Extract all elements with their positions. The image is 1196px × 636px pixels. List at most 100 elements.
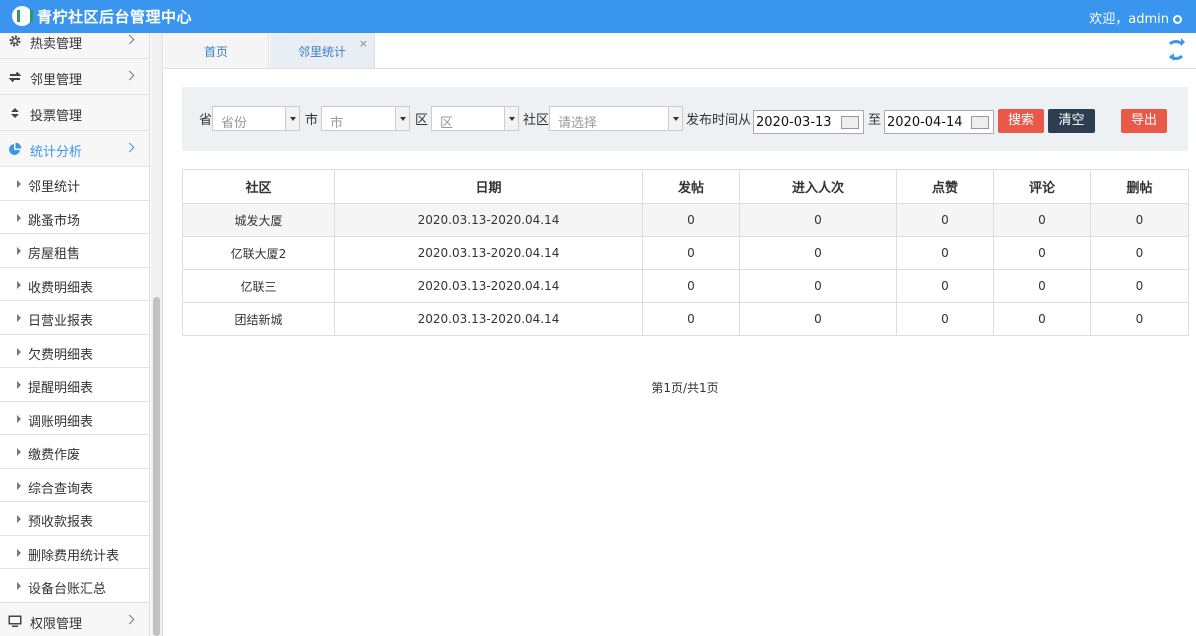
tab-label: 邻里统计	[297, 45, 346, 59]
user-menu[interactable]: 欢迎，admin	[1089, 8, 1182, 27]
table-cell: 0	[896, 203, 994, 237]
tab-neighbor-stats[interactable]: 邻里统计 ×	[270, 33, 375, 68]
export-button[interactable]: 导出	[1121, 109, 1167, 133]
community-placeholder: 请选择	[558, 116, 598, 131]
table-cell: 0	[739, 302, 897, 336]
table-cell: 0	[739, 203, 897, 237]
sidebar-item-vote[interactable]: 投票管理	[0, 95, 149, 131]
sidebar-subitem[interactable]: 调账明细表	[0, 401, 149, 435]
sidebar-subitem-label: 日营业报表	[28, 314, 94, 329]
sidebar-subitem-label: 欠费明细表	[28, 347, 94, 363]
calendar-icon[interactable]	[971, 116, 989, 129]
table-cell: 0	[993, 203, 1091, 237]
caret-right-icon	[17, 280, 21, 289]
date-to-input[interactable]: 2020-04-14	[884, 110, 994, 134]
sidebar-subitem-label: 缴费作废	[28, 448, 81, 463]
sidebar-subitem[interactable]: 欠费明细表	[0, 334, 149, 368]
sidebar-subitem-label: 删除费用统计表	[28, 548, 120, 564]
column-header-posts[interactable]: 发帖	[642, 169, 740, 204]
welcome-text: 欢迎，admin	[1089, 12, 1169, 27]
date-from-value: 2020-03-13	[756, 115, 832, 130]
caret-right-icon	[17, 247, 21, 255]
calendar-icon[interactable]	[841, 116, 859, 129]
sidebar-subitem[interactable]: 提醒明细表	[0, 368, 149, 402]
sidebar-subitem[interactable]: 删除费用统计表	[0, 535, 149, 569]
date-from-input[interactable]: 2020-03-13	[753, 110, 864, 134]
sidebar-subitem-label: 邻里统计	[28, 180, 81, 195]
search-button[interactable]: 搜索	[998, 109, 1044, 133]
column-header-comments[interactable]: 评论	[993, 169, 1091, 204]
community-select[interactable]: 请选择	[549, 106, 683, 131]
table-row[interactable]: 城发大厦 2020.03.13-2020.04.14 0 0 0 0 0	[182, 203, 1189, 237]
date-to-label: 至	[868, 113, 882, 128]
district-label: 区	[415, 113, 429, 128]
sidebar-subitem[interactable]: 预收款报表	[0, 502, 149, 536]
sidebar-item-neighbor[interactable]: 邻里管理	[0, 59, 149, 95]
table-row[interactable]: 亿联三 2020.03.13-2020.04.14 0 0 0 0 0	[182, 269, 1189, 303]
column-header-likes[interactable]: 点赞	[896, 169, 994, 204]
table-cell: 0	[1090, 302, 1189, 336]
table-cell: 0	[896, 269, 994, 303]
sidebar-subitem[interactable]: 缴费作废	[0, 435, 149, 469]
sidebar-item-label: 邻里管理	[30, 73, 83, 88]
sidebar-item-hot-sale[interactable]: 热卖管理	[0, 33, 149, 59]
sidebar-subitem[interactable]: 设备台账汇总	[0, 569, 149, 603]
caret-right-icon	[17, 314, 21, 322]
table-cell: 0	[993, 302, 1091, 336]
table-row[interactable]: 亿联大厦2 2020.03.13-2020.04.14 0 0 0 0 0	[182, 236, 1189, 270]
monitor-icon	[8, 615, 22, 627]
province-label: 省	[199, 113, 213, 128]
swap-icon	[8, 71, 22, 83]
sidebar-item-label: 权限管理	[30, 616, 83, 632]
sidebar-subitem[interactable]: 收费明细表	[0, 267, 149, 301]
sidebar-subitem-label: 跳蚤市场	[28, 213, 81, 229]
column-header-visits[interactable]: 进入人次	[739, 169, 897, 204]
city-label: 市	[305, 113, 319, 128]
sidebar: 热卖管理 邻里管理 投票管理 统计分析 邻里统计 跳蚤市场 房屋租售 收费明细表…	[0, 33, 150, 636]
table-row[interactable]: 团结新城 2020.03.13-2020.04.14 0 0 0 0 0	[182, 302, 1189, 336]
sidebar-subitem-label: 收费明细表	[28, 280, 94, 296]
sidebar-subitem[interactable]: 邻里统计	[0, 167, 149, 201]
table-cell: 0	[1090, 269, 1189, 303]
sidebar-subitem[interactable]: 跳蚤市场	[0, 200, 149, 234]
sidebar-item-permission[interactable]: 权限管理	[0, 602, 149, 636]
column-header-date[interactable]: 日期	[334, 169, 643, 204]
table-cell: 0	[739, 236, 897, 270]
sidebar-subitem[interactable]: 综合查询表	[0, 468, 149, 502]
city-select[interactable]: 市	[321, 106, 410, 131]
sidebar-item-label: 投票管理	[30, 109, 83, 124]
column-header-deleted[interactable]: 删帖	[1090, 169, 1189, 204]
sidebar-item-label: 热卖管理	[30, 37, 83, 52]
tab-bar: 首页 邻里统计 ×	[164, 33, 1196, 69]
top-header: 青柠社区后台管理中心 欢迎，admin	[0, 0, 1196, 33]
sidebar-subitem-label: 设备台账汇总	[28, 582, 107, 597]
caret-right-icon	[17, 180, 21, 188]
sidebar-scrollbar-thumb[interactable]	[153, 297, 160, 636]
close-icon[interactable]: ×	[359, 25, 368, 63]
sidebar-subitem[interactable]: 日营业报表	[0, 301, 149, 335]
table-cell: 0	[642, 269, 740, 303]
pagination-info: 第1页/共1页	[651, 381, 719, 395]
table-cell: 0	[896, 302, 994, 336]
clear-button[interactable]: 清空	[1048, 109, 1095, 133]
sidebar-item-label: 统计分析	[30, 145, 83, 160]
refresh-icon[interactable]	[1166, 38, 1186, 61]
sidebar-subitem[interactable]: 房屋租售	[0, 234, 149, 268]
chevron-right-icon	[124, 34, 135, 45]
chevron-down-icon	[285, 107, 299, 130]
caret-right-icon	[17, 381, 21, 389]
table-cell: 团结新城	[182, 302, 335, 336]
app-title: 青柠社区后台管理中心	[37, 8, 193, 26]
sidebar-item-statistics[interactable]: 统计分析	[0, 131, 149, 167]
table-cell: 2020.03.13-2020.04.14	[334, 269, 643, 303]
sort-icon	[11, 108, 19, 118]
settings-icon[interactable]	[1173, 15, 1182, 24]
column-header-community[interactable]: 社区	[182, 169, 335, 204]
province-select[interactable]: 省份	[212, 106, 300, 131]
filter-bar: 省 省份 市 市 区 区 社区 请选择 发布时间从 2020-03-13 至 2…	[182, 87, 1188, 151]
chevron-right-icon	[124, 142, 135, 153]
table-cell: 0	[642, 203, 740, 237]
tab-home[interactable]: 首页	[164, 33, 269, 68]
district-select[interactable]: 区	[431, 106, 519, 131]
caret-right-icon	[17, 548, 21, 557]
